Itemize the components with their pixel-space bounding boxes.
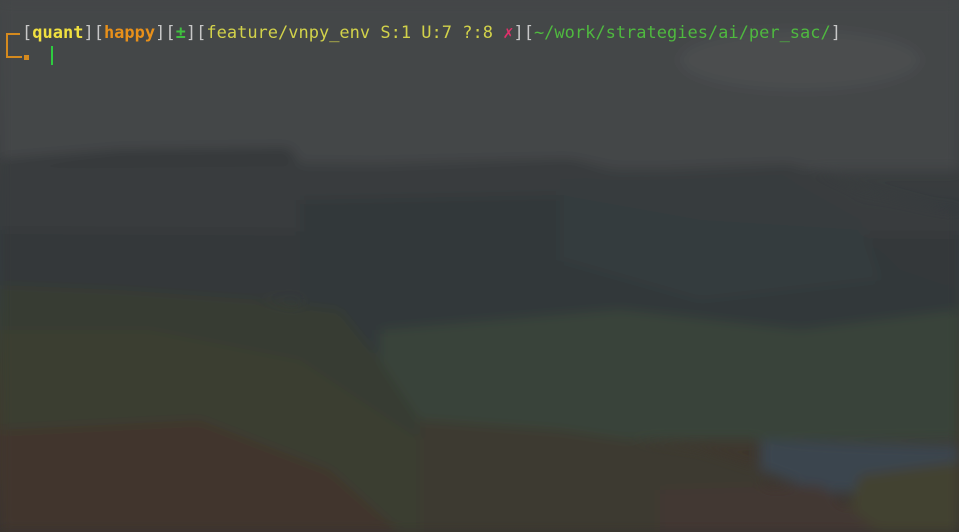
prompt-user: quant: [32, 23, 84, 43]
bracket-open: [: [196, 23, 207, 43]
bracket-open: [: [93, 23, 104, 43]
prompt-corner-bottom: [6, 44, 22, 58]
bracket-open: [: [22, 23, 33, 43]
current-path: ~/work/strategies/ai/per_sac/: [533, 23, 831, 43]
git-branch-status: feature/vnpy_env S:1 U:7 ?:8: [206, 23, 504, 43]
prompt-line: [quant][happy][±][feature/vnpy_env S:1 U…: [22, 22, 841, 44]
bracket-open: [: [165, 23, 176, 43]
bracket-close: ]: [155, 23, 166, 43]
bracket-close: ]: [83, 23, 94, 43]
bracket-open: [: [523, 23, 534, 43]
terminal-content[interactable]: [quant][happy][±][feature/vnpy_env S:1 U…: [0, 0, 959, 532]
text-cursor[interactable]: [51, 46, 53, 65]
bracket-close: ]: [513, 23, 524, 43]
bracket-close: ]: [185, 23, 197, 43]
terminal-window[interactable]: [quant][happy][±][feature/vnpy_env S:1 U…: [0, 0, 959, 532]
prompt-mood: happy: [103, 23, 156, 43]
prompt-marker: [24, 55, 29, 60]
plus-minus-icon: ±: [175, 23, 186, 43]
dirty-mark-icon: ✗: [503, 23, 514, 43]
bracket-close: ]: [830, 23, 841, 43]
